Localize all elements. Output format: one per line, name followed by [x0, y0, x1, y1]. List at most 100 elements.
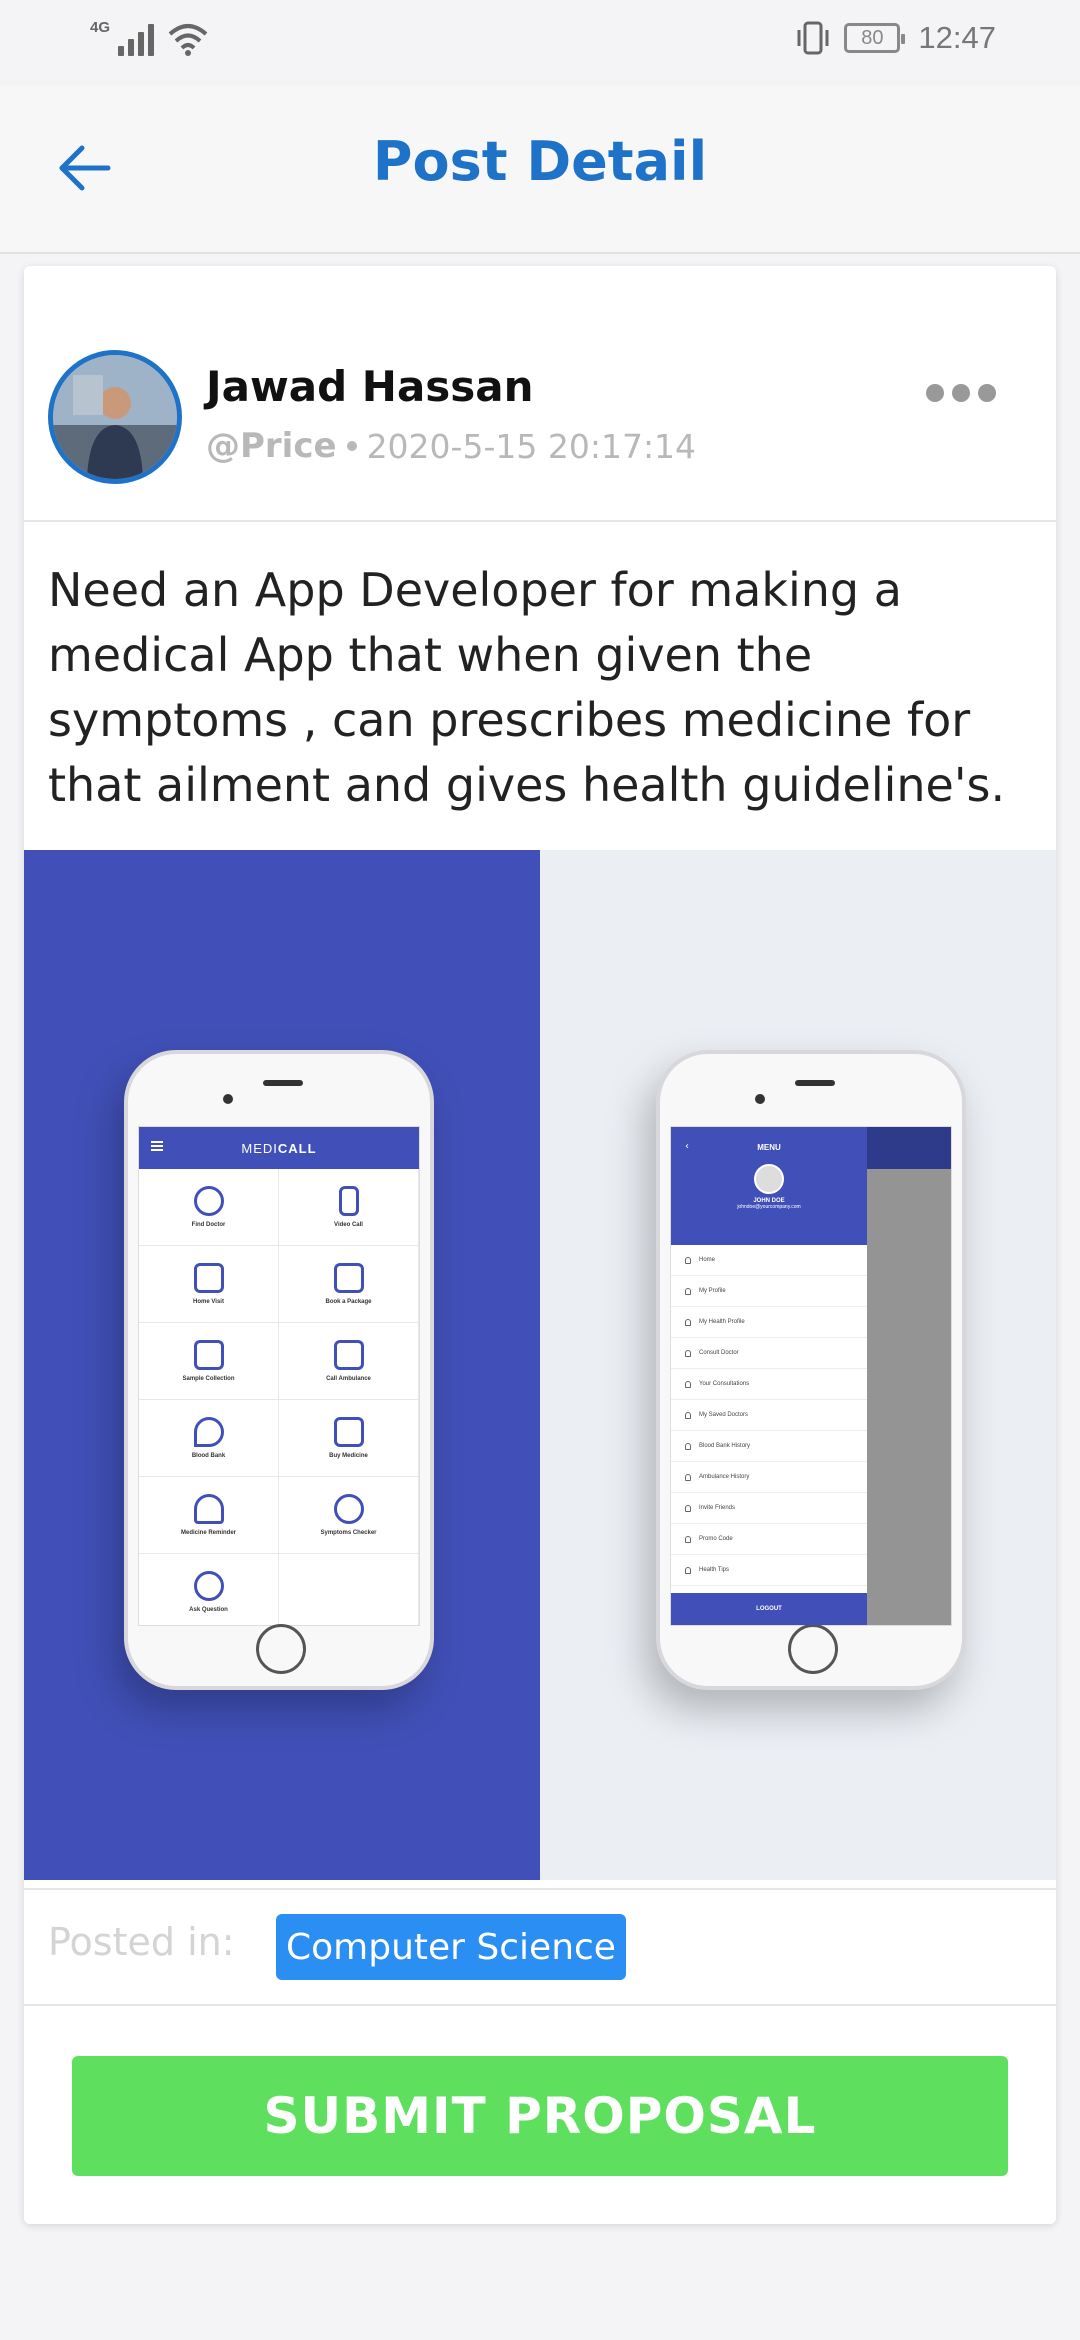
menu-item-label: Ambulance History: [699, 1474, 750, 1480]
tile-label: Blood Bank: [191, 1453, 226, 1459]
mock-tile-grid: Find Doctor Video Call Home Visit Book a…: [139, 1169, 419, 1625]
menu-title: MENU: [757, 1143, 781, 1152]
ambulance-icon: [333, 1340, 364, 1370]
user-icon: [685, 1411, 691, 1419]
tile-label: Symptoms Checker: [320, 1530, 377, 1536]
menu-avatar: [754, 1164, 784, 1194]
menu-item-label: Your Consultations: [699, 1381, 750, 1387]
user-icon: [685, 1380, 691, 1388]
mock-tile: Symptoms Checker: [279, 1477, 419, 1554]
menu-item: Home: [671, 1245, 867, 1276]
menu-item: Consult Doctor: [671, 1338, 867, 1369]
mock-tile: Ask Question: [139, 1554, 279, 1625]
author-handle: @Price: [206, 426, 337, 466]
image-left-panel: MEDI CALL Find Doctor Video Call Home Vis…: [24, 850, 540, 1880]
question-chat-icon: [193, 1571, 224, 1601]
image-right-panel: ‹ MENU JOHN DOE johndoe@yourcompany.com …: [540, 850, 1056, 1880]
menu-item-label: My Health Profile: [699, 1319, 745, 1325]
mock-tile: Medicine Reminder: [139, 1477, 279, 1554]
phone-speaker: [795, 1080, 835, 1086]
phone-mockup-menu: ‹ MENU JOHN DOE johndoe@yourcompany.com …: [656, 1050, 966, 1690]
tile-label: Buy Medicine: [329, 1453, 368, 1459]
menu-item-label: Blood Bank History: [699, 1443, 751, 1449]
phone-screen: ‹ MENU JOHN DOE johndoe@yourcompany.com …: [670, 1126, 952, 1626]
mock-tile: Video Call: [279, 1169, 419, 1246]
category-chip[interactable]: Computer Science: [276, 1914, 626, 1980]
menu-item-label: Health Tips: [699, 1567, 730, 1573]
tile-label: Ask Question: [189, 1607, 228, 1613]
menu-item-label: Promo Code: [699, 1536, 733, 1542]
tile-label: Find Doctor: [191, 1222, 226, 1228]
page-title: Post Detail: [372, 130, 708, 193]
user-icon: [685, 1504, 691, 1512]
user-icon: [685, 1442, 691, 1450]
tile-label: Video Call: [334, 1222, 363, 1228]
menu-item: Your Consultations: [671, 1369, 867, 1400]
menu-user-email: johndoe@yourcompany.com: [737, 1204, 801, 1210]
mock-tile: Book a Package: [279, 1246, 419, 1323]
mock-app-header: MEDI CALL: [139, 1127, 419, 1169]
user-icon: [685, 1566, 691, 1574]
menu-item-label: My Profile: [699, 1288, 726, 1294]
signal-icon: [118, 22, 155, 56]
mock-tile: Buy Medicine: [279, 1400, 419, 1477]
brand-bold: CALL: [277, 1140, 317, 1156]
status-bar: 4G 80 12:47: [0, 0, 1080, 86]
user-icon: [685, 1349, 691, 1357]
tile-label: Home Visit: [193, 1299, 224, 1305]
mock-tile: Sample Collection: [139, 1323, 279, 1400]
phone-camera: [755, 1094, 765, 1104]
posted-in-row: Posted in: Computer Science: [24, 1888, 1056, 2006]
network-type: 4G: [90, 19, 111, 36]
tile-label: Call Ambulance: [326, 1376, 371, 1382]
test-tubes-icon: [193, 1340, 224, 1370]
author-name[interactable]: Jawad Hassan: [206, 362, 534, 411]
menu-logout: LOGOUT: [671, 1593, 867, 1625]
separator-dot: [346, 441, 357, 451]
post-body: Need an App Developer for making a medic…: [48, 563, 1006, 812]
avatar-photo: [53, 355, 177, 479]
menu-header: ‹ MENU JOHN DOE johndoe@yourcompany.com: [671, 1127, 867, 1245]
phone-mockup-home: MEDI CALL Find Doctor Video Call Home Vis…: [124, 1050, 434, 1690]
menu-item-label: Invite Friends: [699, 1505, 736, 1511]
tile-label: Sample Collection: [182, 1376, 235, 1382]
brand-light: MEDI: [241, 1140, 278, 1156]
app-bar: Post Detail: [0, 86, 1080, 254]
user-icon: [685, 1256, 691, 1264]
chevron-left-icon: ‹: [685, 1141, 689, 1152]
submit-proposal-button[interactable]: SUBMIT PROPOSAL: [72, 2056, 1008, 2176]
home-icon: [193, 1263, 224, 1293]
phone-home-button: [788, 1624, 838, 1674]
menu-item-label: Consult Doctor: [699, 1350, 739, 1356]
more-dot: [952, 384, 970, 402]
medkit-icon: [333, 1263, 364, 1293]
status-right: 80 12:47: [794, 20, 996, 56]
phone-icon: [338, 1186, 359, 1216]
mock-tile: Home Visit: [139, 1246, 279, 1323]
user-icon: [685, 1535, 691, 1543]
menu-item: My Saved Doctors: [671, 1400, 867, 1431]
avatar[interactable]: [48, 350, 182, 484]
menu-item-label: Home: [699, 1257, 716, 1263]
pill-bottle-icon: [333, 1417, 364, 1447]
mock-tile: Find Doctor: [139, 1169, 279, 1246]
post-card: Jawad Hassan @Price 2020-5-15 20:17:14 N…: [24, 266, 1056, 2224]
menu-item-label: My Saved Doctors: [699, 1412, 749, 1418]
search-icon: [193, 1186, 224, 1216]
battery-icon: 80: [844, 23, 906, 53]
user-icon: [685, 1318, 691, 1326]
clock: 12:47: [918, 20, 996, 55]
menu-drawer: ‹ MENU JOHN DOE johndoe@yourcompany.com …: [671, 1127, 867, 1625]
menu-item: Promo Code: [671, 1524, 867, 1555]
wifi-icon: [168, 24, 208, 56]
menu-item: Invite Friends: [671, 1493, 867, 1524]
user-icon: [685, 1473, 691, 1481]
user-icon: [685, 1287, 691, 1295]
mock-tile: Blood Bank: [139, 1400, 279, 1477]
hamburger-icon: [151, 1141, 163, 1151]
tile-label: Medicine Reminder: [180, 1530, 236, 1536]
more-options-button[interactable]: [926, 384, 996, 402]
post-image[interactable]: MEDI CALL Find Doctor Video Call Home Vis…: [24, 850, 1056, 1880]
mock-tile-empty: [279, 1554, 419, 1625]
phone-camera: [223, 1094, 233, 1104]
